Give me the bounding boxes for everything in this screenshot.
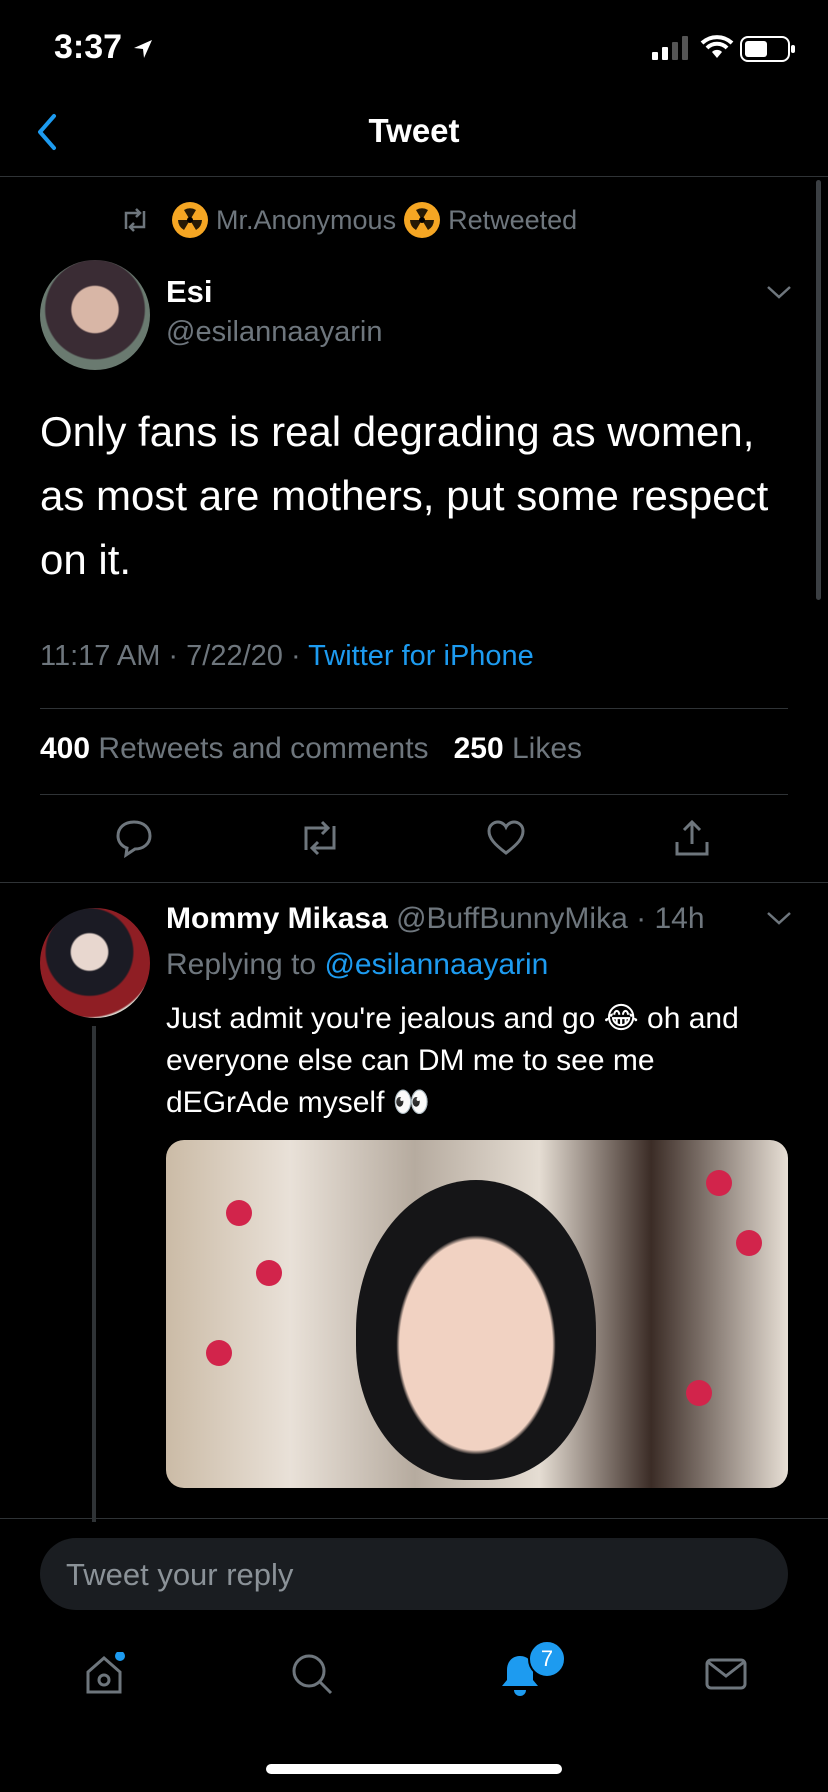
- likes-count: 250: [453, 732, 504, 765]
- status-time: 3:37: [54, 28, 123, 66]
- tab-messages[interactable]: [704, 1652, 748, 1696]
- mail-icon: [705, 1658, 747, 1690]
- share-icon: [675, 819, 709, 856]
- retweeted-by-line: Mr.Anonymous Retweeted: [120, 200, 577, 240]
- caret-down-icon: [767, 286, 791, 299]
- location-arrow-icon: [132, 38, 154, 60]
- author-name[interactable]: Esi: [166, 274, 213, 310]
- reply-author-name[interactable]: Mommy Mikasa: [166, 902, 388, 935]
- reply-header: Mommy Mikasa @BuffBunnyMika · 14h: [166, 902, 705, 936]
- caret-down-icon: [767, 912, 791, 925]
- tweet-menu-button[interactable]: [766, 284, 792, 300]
- divider: [40, 708, 788, 709]
- replying-prefix: Replying to: [166, 948, 325, 981]
- tweet-meta: 11:17 AM · 7/22/20 · Twitter for iPhone: [40, 640, 534, 673]
- radioactive-icon: [404, 202, 441, 238]
- retweet-icon: [120, 207, 150, 233]
- avatar[interactable]: [40, 908, 150, 1018]
- home-icon: [86, 1652, 125, 1694]
- replying-to-link[interactable]: @esilannaayarin: [324, 948, 548, 981]
- reply-media-image[interactable]: [166, 1140, 788, 1488]
- reply-icon: [116, 820, 152, 858]
- tweet-text: Only fans is real degrading as women, as…: [40, 408, 769, 583]
- likes-label: Likes: [511, 732, 583, 765]
- heart-icon: [487, 820, 525, 855]
- likes-stat[interactable]: 250 Likes: [454, 732, 582, 765]
- divider: [0, 176, 828, 177]
- signal-icon: [652, 36, 692, 60]
- home-indicator[interactable]: [266, 1764, 562, 1774]
- retweet-icon: [304, 820, 336, 856]
- retweets-stat[interactable]: 400 Retweets and comments: [40, 732, 429, 765]
- retweets-count: 400: [40, 732, 91, 765]
- retweeted-label: Retweeted: [448, 204, 578, 235]
- reply-button[interactable]: [114, 818, 154, 858]
- reply-age: · 14h: [636, 902, 705, 935]
- notifications-badge: 7: [528, 1640, 566, 1678]
- reply-menu-button[interactable]: [766, 910, 792, 926]
- reply-input-placeholder: Tweet your reply: [66, 1557, 294, 1592]
- reply-text: Just admit you're jealous and go 😂 oh an…: [166, 1002, 739, 1119]
- retweet-button[interactable]: [298, 818, 342, 858]
- share-button[interactable]: [672, 818, 712, 858]
- radioactive-icon: [172, 202, 208, 238]
- thread-line: [92, 1026, 96, 1522]
- wifi-icon: [700, 34, 734, 60]
- divider: [0, 882, 828, 883]
- scrollbar[interactable]: [816, 180, 821, 600]
- like-button[interactable]: [486, 818, 526, 858]
- divider: [40, 794, 788, 795]
- replying-to: Replying to @esilannaayarin: [166, 948, 548, 982]
- tweet-stats: 400 Retweets and comments 250 Likes: [40, 732, 582, 766]
- retweeter-name[interactable]: Mr.Anonymous: [216, 205, 396, 236]
- battery-icon: [740, 36, 796, 62]
- tab-home[interactable]: [82, 1652, 126, 1696]
- retweets-label: Retweets and comments: [98, 732, 429, 765]
- avatar[interactable]: [40, 260, 150, 370]
- divider: [0, 1518, 828, 1519]
- author-handle[interactable]: @esilannaayarin: [166, 316, 382, 349]
- tab-search[interactable]: [290, 1652, 334, 1696]
- search-icon: [292, 1654, 333, 1695]
- tweet-source-link[interactable]: Twitter for iPhone: [308, 640, 534, 672]
- tweet-timestamp: 11:17 AM · 7/22/20 ·: [40, 640, 309, 672]
- reply-author-handle[interactable]: @BuffBunnyMika: [396, 902, 628, 935]
- page-title: Tweet: [368, 112, 460, 149]
